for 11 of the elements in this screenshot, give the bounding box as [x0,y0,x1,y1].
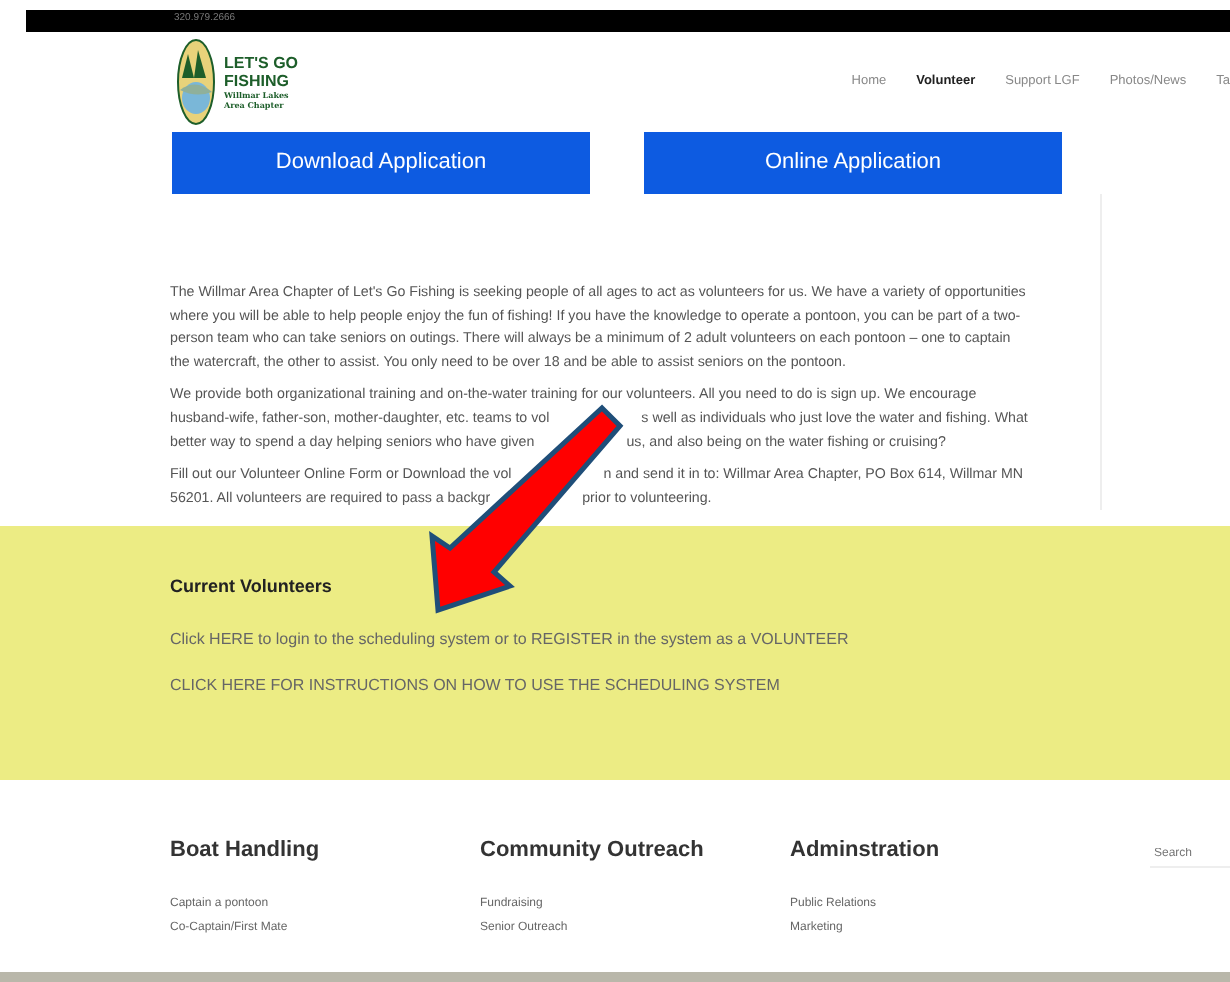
section-heading: Current Volunteers [170,574,334,601]
logo-icon [176,38,216,126]
application-button[interactable]: Download Application [172,132,590,194]
logo-title: FISHING [224,72,291,90]
scheduling-link[interactable]: Click HERE to login to the scheduling system or to REGISTER in the system as a VOLUNTEER [170,627,1230,652]
category-heading: Community Outreach [480,836,706,867]
scheduling-link[interactable]: CLICK HERE FOR INSTRUCTIONS ON HOW TO USE THE SCHEDULING SYSTEM [170,673,1230,698]
application-button[interactable]: Online Application [644,132,1062,194]
category-heading: Boat Handling [170,836,322,867]
logo-title: LET'S GO [224,54,299,72]
category-heading: Adminstration [790,836,942,867]
